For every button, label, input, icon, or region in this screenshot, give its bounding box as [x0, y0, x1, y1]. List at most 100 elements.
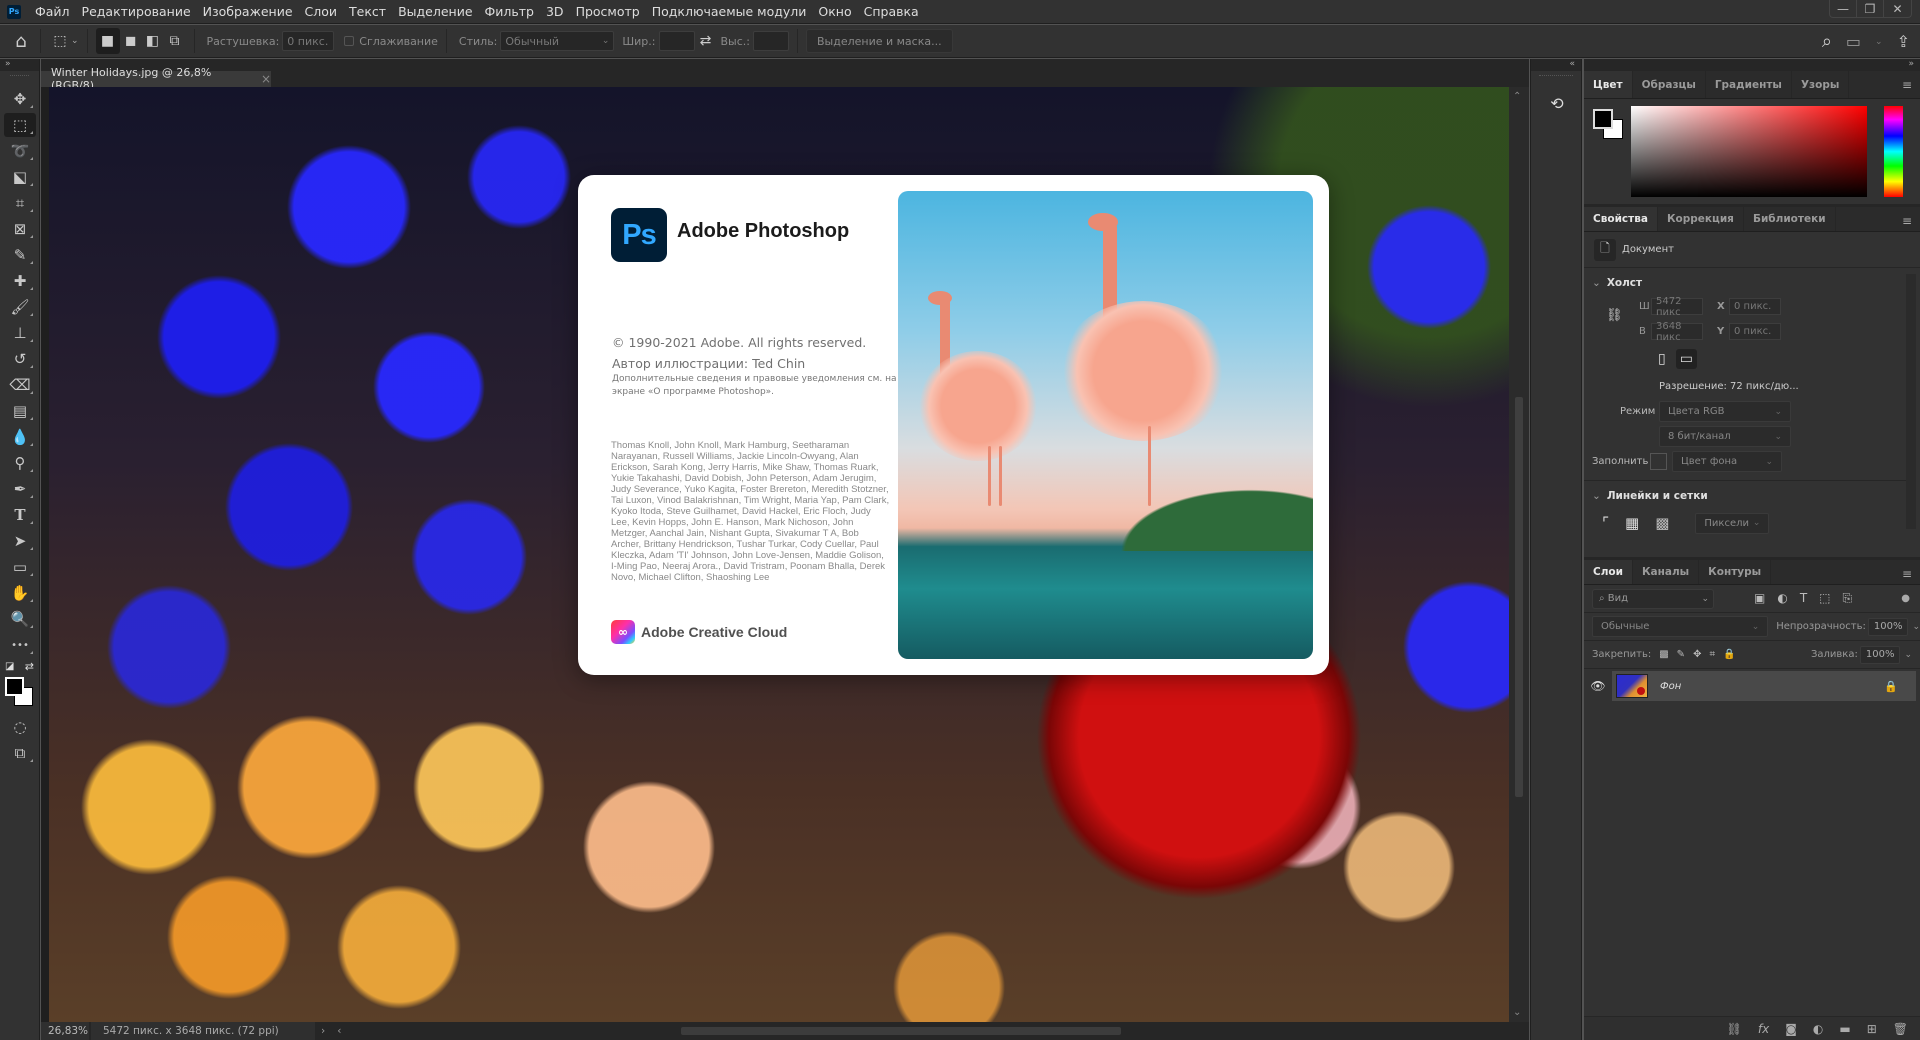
- fx-icon[interactable]: fx: [1758, 1022, 1769, 1036]
- blend-mode-select[interactable]: Обычные ⌄: [1592, 616, 1769, 637]
- portrait-orientation-icon[interactable]: ▯: [1658, 351, 1666, 367]
- tab-color[interactable]: Цвет: [1584, 71, 1633, 98]
- select-and-mask-button[interactable]: Выделение и маска...: [805, 29, 953, 53]
- quick-mask-icon[interactable]: ◌: [4, 715, 36, 739]
- gradient-tool-icon[interactable]: ▤: [4, 399, 36, 423]
- layer-lock-icon[interactable]: 🔒: [1884, 680, 1898, 693]
- link-layers-icon[interactable]: ⛓: [1727, 1022, 1742, 1036]
- menu-item[interactable]: Просмотр: [570, 0, 646, 24]
- status-menu-icon[interactable]: ›: [321, 1025, 325, 1037]
- blur-tool-icon[interactable]: 💧: [4, 425, 36, 449]
- lock-artboard-icon[interactable]: ⌗: [1709, 649, 1715, 660]
- feather-input[interactable]: 0 пикс.: [282, 31, 335, 51]
- guides-icon[interactable]: ▩: [1655, 514, 1669, 532]
- menu-item[interactable]: Фильтр: [479, 0, 540, 24]
- expand-panels-icon[interactable]: »: [1584, 59, 1920, 71]
- new-layer-icon[interactable]: ⊞: [1867, 1022, 1877, 1036]
- type-tool-icon[interactable]: T: [4, 503, 36, 527]
- menu-item[interactable]: Выделение: [392, 0, 478, 24]
- intersect-selection-icon[interactable]: ⧉: [164, 30, 186, 52]
- lock-transparency-icon[interactable]: ▩: [1659, 649, 1668, 660]
- zoom-tool-icon[interactable]: 🔍: [4, 607, 36, 631]
- horizontal-scrollbar[interactable]: [681, 1027, 1121, 1035]
- clone-stamp-tool-icon[interactable]: ⊥: [4, 321, 36, 345]
- vertical-scrollbar[interactable]: ⌃ ⌄: [1509, 87, 1529, 1022]
- layer-item[interactable]: Фон 🔒: [1612, 671, 1916, 701]
- dodge-tool-icon[interactable]: ⚲: [4, 451, 36, 475]
- menu-item[interactable]: Изображение: [197, 0, 299, 24]
- color-picker-field[interactable]: [1631, 106, 1867, 197]
- eyedropper-tool-icon[interactable]: ✎: [4, 243, 36, 267]
- type-layer-filter-icon[interactable]: T: [1800, 591, 1807, 606]
- hand-tool-icon[interactable]: ✋: [4, 581, 36, 605]
- collapse-panels-icon[interactable]: «: [1531, 59, 1581, 71]
- brush-tool-icon[interactable]: 🖌: [4, 295, 36, 319]
- panel-menu-icon[interactable]: ≡: [1902, 78, 1912, 92]
- menu-item[interactable]: Редактирование: [76, 0, 197, 24]
- document-tab[interactable]: Winter Holidays.jpg @ 26,8% (RGB/8) ×: [41, 59, 271, 92]
- tab-paths[interactable]: Контуры: [1699, 560, 1772, 584]
- menu-item[interactable]: Текст: [343, 0, 392, 24]
- visibility-eye-icon[interactable]: 👁: [1584, 679, 1612, 693]
- menu-item[interactable]: Слои: [299, 0, 344, 24]
- chevron-down-icon[interactable]: ⌄: [71, 36, 79, 46]
- rulers-section-header[interactable]: ⌄ Линейки и сетки: [1584, 485, 1920, 507]
- scroll-down-icon[interactable]: ⌄: [1513, 1007, 1521, 1018]
- frame-tool-icon[interactable]: ⊠: [4, 217, 36, 241]
- screen-mode-icon[interactable]: ⧉: [4, 741, 36, 765]
- tab-gradients[interactable]: Градиенты: [1706, 71, 1792, 98]
- eraser-tool-icon[interactable]: ⌫: [4, 373, 36, 397]
- chevron-down-icon[interactable]: ⌄: [1904, 650, 1912, 660]
- color-mode-select[interactable]: Цвета RGB ⌄: [1659, 401, 1791, 422]
- canvas-width-input[interactable]: 5472 пикс: [1651, 296, 1703, 318]
- share-icon[interactable]: ⇪: [1897, 32, 1910, 51]
- path-selection-tool-icon[interactable]: ➤: [4, 529, 36, 553]
- canvas-x-input[interactable]: 0 пикс.: [1729, 298, 1781, 315]
- bit-depth-select[interactable]: 8 бит/канал ⌄: [1659, 426, 1791, 447]
- adjustment-layer-icon[interactable]: ◐: [1813, 1022, 1823, 1036]
- home-icon[interactable]: ⌂: [10, 30, 32, 52]
- tab-properties[interactable]: Свойства: [1584, 207, 1658, 231]
- opacity-input[interactable]: 100%: [1867, 617, 1909, 636]
- width-input[interactable]: [658, 31, 695, 51]
- swap-dimensions-icon[interactable]: ⇄: [695, 30, 717, 52]
- tab-patterns[interactable]: Узоры: [1792, 71, 1850, 98]
- swap-colors-icon[interactable]: ⇄: [25, 660, 34, 673]
- new-selection-icon[interactable]: ■: [95, 28, 120, 54]
- marquee-preset-icon[interactable]: ⬚: [49, 30, 71, 52]
- hue-slider[interactable]: [1884, 106, 1903, 197]
- minimize-button[interactable]: —: [1830, 0, 1857, 17]
- pixel-layer-filter-icon[interactable]: ▣: [1754, 591, 1765, 606]
- close-button[interactable]: ✕: [1884, 0, 1911, 17]
- chevron-down-icon[interactable]: ⌄: [1912, 622, 1920, 632]
- healing-brush-tool-icon[interactable]: ✚: [4, 269, 36, 293]
- antialias-checkbox[interactable]: [344, 36, 355, 46]
- lock-position-icon[interactable]: ✥: [1693, 649, 1701, 660]
- fill-input[interactable]: 100%: [1859, 645, 1901, 664]
- toolbar-grip[interactable]: [10, 75, 29, 85]
- shape-layer-filter-icon[interactable]: ⬚: [1819, 591, 1830, 606]
- workspace-icon[interactable]: ▭: [1846, 32, 1861, 51]
- filter-toggle[interactable]: ●: [1901, 593, 1910, 604]
- landscape-orientation-icon[interactable]: ▭: [1675, 349, 1697, 369]
- object-selection-tool-icon[interactable]: ⬕: [4, 165, 36, 189]
- smart-object-filter-icon[interactable]: ⎘: [1843, 591, 1853, 606]
- foreground-color-swatch[interactable]: [1593, 109, 1613, 129]
- search-icon[interactable]: ⌕: [1822, 31, 1832, 52]
- foreground-color-swatch[interactable]: [5, 677, 24, 696]
- move-tool-icon[interactable]: ✥: [4, 87, 36, 111]
- style-select[interactable]: Обычный ⌄: [500, 31, 615, 51]
- zoom-level[interactable]: 26,83%: [41, 1022, 89, 1040]
- canvas-height-input[interactable]: 3648 пикс: [1651, 321, 1703, 343]
- pen-tool-icon[interactable]: ✒: [4, 477, 36, 501]
- rectangle-tool-icon[interactable]: ▭: [4, 555, 36, 579]
- menu-item[interactable]: Окно: [812, 0, 857, 24]
- height-input[interactable]: [752, 31, 789, 51]
- layer-filter-select[interactable]: ⌕ Вид ⌄: [1592, 588, 1714, 609]
- delete-layer-icon[interactable]: 🗑: [1893, 1022, 1908, 1036]
- fill-color-swatch[interactable]: [1650, 453, 1667, 470]
- tab-libraries[interactable]: Библиотеки: [1744, 207, 1836, 231]
- scroll-left-icon[interactable]: ‹: [337, 1025, 341, 1037]
- restore-button[interactable]: ❐: [1857, 0, 1884, 17]
- layer-row[interactable]: 👁 Фон 🔒: [1584, 671, 1920, 701]
